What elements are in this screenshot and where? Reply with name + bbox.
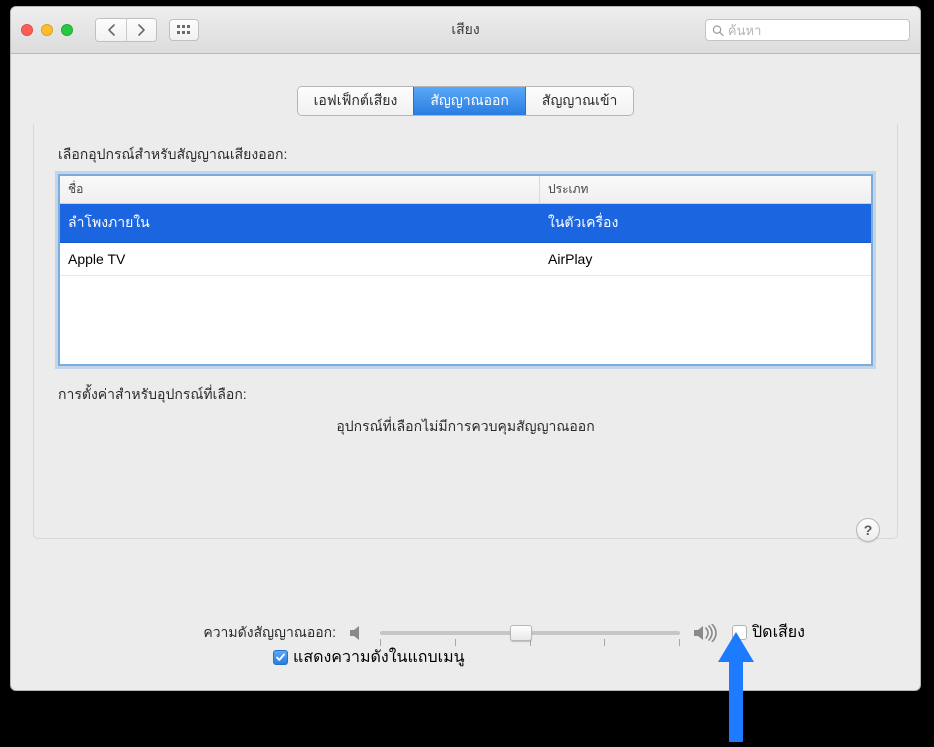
device-name: ลำโพงภายใน — [68, 212, 548, 234]
chevron-left-icon — [107, 24, 116, 36]
show-volume-menubar-checkbox[interactable] — [273, 650, 288, 665]
tab-output[interactable]: สัญญาณออก — [413, 87, 525, 115]
table-header: ชื่อ ประเภท — [60, 176, 871, 204]
chevron-right-icon — [137, 24, 146, 36]
speaker-high-icon — [692, 624, 720, 642]
tab-input[interactable]: สัญญาณเข้า — [525, 87, 633, 115]
sound-preferences-window: เสียง เอฟเฟ็กต์เสียง สัญญาณออก สัญญาณเข้… — [10, 6, 921, 691]
select-device-label: เลือกอุปกรณ์สำหรับสัญญาณเสียงออก: — [58, 144, 873, 166]
output-volume-row: ความดังสัญญาณออก: ปิดเสียง — [51, 620, 880, 645]
output-device-table[interactable]: ชื่อ ประเภท ลำโพงภายใน ในตัวเครื่อง Appl… — [58, 174, 873, 366]
close-window-button[interactable] — [21, 24, 33, 36]
device-settings-label: การตั้งค่าสำหรับอุปกรณ์ที่เลือก: — [58, 384, 873, 406]
minimize-window-button[interactable] — [41, 24, 53, 36]
output-volume-slider[interactable] — [380, 623, 680, 643]
device-kind: AirPlay — [548, 251, 863, 267]
help-button[interactable]: ? — [856, 518, 880, 542]
check-icon — [275, 652, 286, 663]
search-input[interactable] — [728, 23, 903, 38]
forward-button[interactable] — [126, 19, 156, 41]
search-icon — [712, 24, 724, 37]
output-volume-label: ความดังสัญญาณออก: — [126, 622, 336, 644]
no-output-controls-text: อุปกรณ์ที่เลือกไม่มีการควบคุมสัญญาณออก — [58, 416, 873, 518]
footer: ความดังสัญญาณออก: ปิดเสียง แ — [11, 620, 920, 670]
mute-checkbox[interactable] — [732, 625, 747, 640]
speaker-low-icon — [348, 624, 368, 642]
device-row-internal-speakers[interactable]: ลำโพงภายใน ในตัวเครื่อง — [60, 204, 871, 243]
zoom-window-button[interactable] — [61, 24, 73, 36]
tab-bar: เอฟเฟ็กต์เสียง สัญญาณออก สัญญาณเข้า — [11, 86, 920, 116]
device-kind: ในตัวเครื่อง — [548, 212, 863, 234]
titlebar: เสียง — [11, 7, 920, 54]
search-field[interactable] — [705, 19, 910, 41]
window-controls — [21, 24, 73, 36]
column-name[interactable]: ชื่อ — [60, 176, 540, 203]
show-volume-menubar-label: แสดงความดังในแถบเมนู — [293, 645, 465, 670]
show-all-button[interactable] — [169, 19, 199, 41]
column-kind[interactable]: ประเภท — [540, 176, 871, 203]
back-button[interactable] — [96, 19, 126, 41]
window-title: เสียง — [451, 19, 479, 41]
device-row-apple-tv[interactable]: Apple TV AirPlay — [60, 243, 871, 276]
mute-label: ปิดเสียง — [752, 620, 805, 645]
tab-sound-effects[interactable]: เอฟเฟ็กต์เสียง — [298, 87, 414, 115]
grid-icon — [177, 25, 191, 35]
nav-group — [95, 18, 157, 42]
device-name: Apple TV — [68, 251, 548, 267]
output-panel: เลือกอุปกรณ์สำหรับสัญญาณเสียงออก: ชื่อ ป… — [33, 124, 898, 539]
